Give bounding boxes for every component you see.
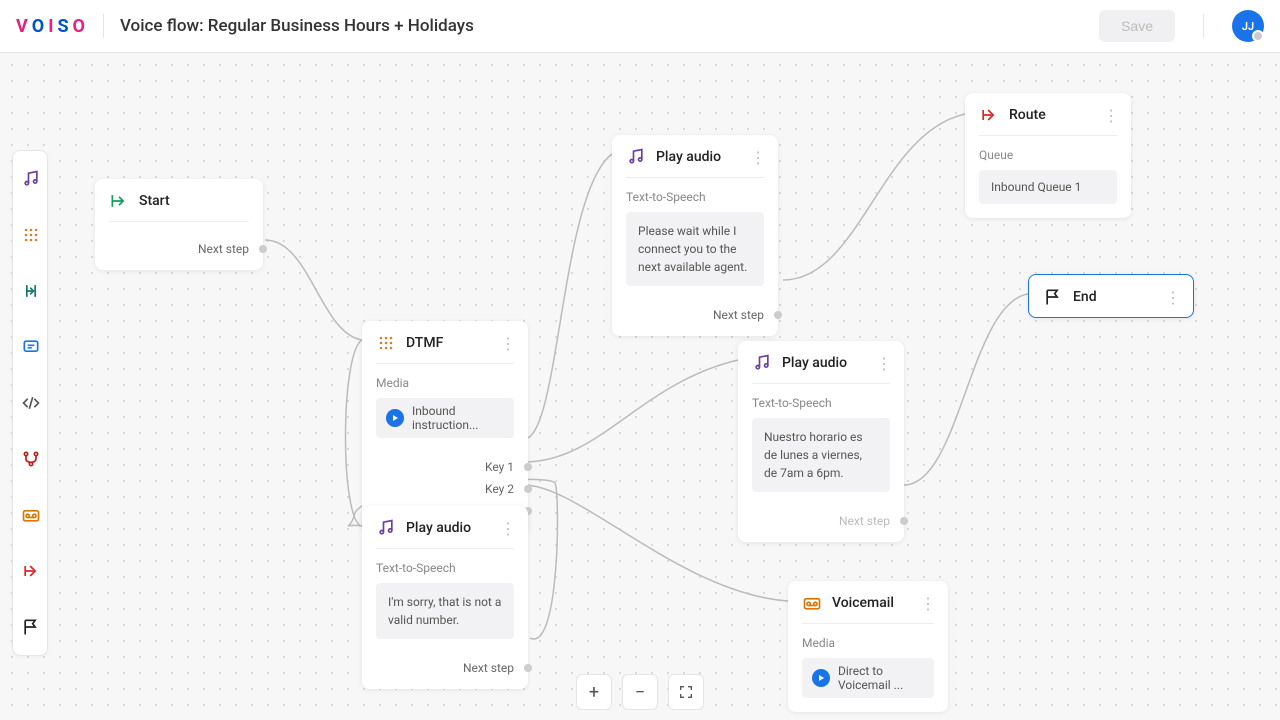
voicemail-icon — [802, 593, 822, 613]
sidebar-voicemail[interactable] — [13, 487, 49, 543]
fullscreen-icon — [678, 684, 694, 700]
fullscreen-button[interactable] — [668, 674, 704, 710]
node-title: Route — [1009, 107, 1103, 123]
header: VOISO Voice flow: Regular Business Hours… — [0, 0, 1280, 53]
node-title: Start — [139, 193, 249, 209]
node-title: End — [1073, 289, 1165, 305]
section-label: Text-to-Speech — [752, 396, 890, 410]
divider — [1203, 14, 1204, 38]
node-voicemail[interactable]: Voicemail ⋮ Media Direct to Voicemail ..… — [788, 581, 948, 712]
canvas[interactable]: Start Next step DTMF ⋮ Media Inbound ins… — [0, 53, 1280, 720]
dtmf-icon — [21, 225, 41, 245]
divider — [103, 14, 104, 38]
zoom-controls: + − — [576, 674, 704, 710]
condition-icon — [21, 281, 41, 301]
media-value: Direct to Voicemail ... — [838, 664, 924, 692]
section-label: Media — [802, 636, 934, 650]
more-icon[interactable]: ⋮ — [750, 148, 764, 167]
port-next-step[interactable]: Next step — [612, 304, 778, 326]
node-start[interactable]: Start Next step — [95, 179, 263, 270]
media-value: Inbound instruction... — [412, 404, 504, 432]
sidebar-code[interactable] — [13, 375, 49, 431]
node-title: Play audio — [656, 149, 750, 165]
node-title: Voicemail — [832, 595, 920, 611]
more-icon[interactable]: ⋮ — [876, 354, 890, 373]
node-title: Play audio — [782, 355, 876, 371]
sidebar-end[interactable] — [13, 599, 49, 655]
port-key-1[interactable]: Key 1 — [362, 456, 528, 478]
tts-text: Nuestro horario es de lunes a viernes, d… — [752, 418, 890, 492]
more-icon[interactable]: ⋮ — [500, 519, 514, 538]
zoom-in-button[interactable]: + — [576, 674, 612, 710]
node-title: Play audio — [406, 520, 500, 536]
media-chip[interactable]: Direct to Voicemail ... — [802, 658, 934, 698]
flag-icon — [1043, 287, 1063, 307]
route-icon — [979, 105, 999, 125]
queue-value: Inbound Queue 1 — [979, 170, 1117, 204]
more-icon[interactable]: ⋮ — [1103, 106, 1117, 125]
tts-text: I'm sorry, that is not a valid number. — [376, 583, 514, 639]
audio-icon — [376, 518, 396, 538]
sidebar-route[interactable] — [13, 543, 49, 599]
save-button[interactable]: Save — [1099, 10, 1175, 42]
section-label: Text-to-Speech — [626, 190, 764, 204]
logo: VOISO — [16, 16, 87, 37]
section-label: Media — [376, 376, 514, 390]
voicemail-icon — [21, 505, 41, 525]
node-play-audio-2[interactable]: Play audio ⋮ Text-to-Speech Nuestro hora… — [738, 341, 904, 542]
zoom-out-button[interactable]: − — [622, 674, 658, 710]
play-icon — [812, 669, 830, 687]
sidebar-branch[interactable] — [13, 431, 49, 487]
more-icon[interactable]: ⋮ — [920, 594, 934, 613]
tool-sidebar — [12, 150, 48, 656]
tts-text: Please wait while I connect you to the n… — [626, 212, 764, 286]
route-icon — [21, 561, 41, 581]
node-dtmf[interactable]: DTMF ⋮ Media Inbound instruction... Key … — [362, 321, 528, 532]
dtmf-icon — [376, 333, 396, 353]
media-chip[interactable]: Inbound instruction... — [376, 398, 514, 438]
sidebar-message[interactable] — [13, 319, 49, 375]
play-icon — [386, 409, 404, 427]
more-icon[interactable]: ⋮ — [1165, 288, 1179, 307]
more-icon[interactable]: ⋮ — [500, 334, 514, 353]
sidebar-audio[interactable] — [13, 151, 49, 207]
message-icon — [21, 337, 41, 357]
node-play-audio-3[interactable]: Play audio ⋮ Text-to-Speech I'm sorry, t… — [362, 506, 528, 689]
page-title: Voice flow: Regular Business Hours + Hol… — [120, 16, 474, 36]
node-route[interactable]: Route ⋮ Queue Inbound Queue 1 — [965, 93, 1131, 218]
code-icon — [21, 393, 41, 413]
avatar[interactable]: JJ — [1232, 10, 1264, 42]
flag-icon — [21, 617, 41, 637]
port-next-step[interactable]: Next step — [95, 238, 263, 260]
port-next-step[interactable]: Next step — [362, 657, 528, 679]
node-play-audio-1[interactable]: Play audio ⋮ Text-to-Speech Please wait … — [612, 135, 778, 336]
start-icon — [109, 191, 129, 211]
port-key-2[interactable]: Key 2 — [362, 478, 528, 500]
sidebar-dtmf[interactable] — [13, 207, 49, 263]
audio-icon — [752, 353, 772, 373]
sidebar-condition[interactable] — [13, 263, 49, 319]
port-next-step[interactable]: Next step — [738, 510, 904, 532]
node-end[interactable]: End ⋮ — [1028, 274, 1194, 318]
section-label: Queue — [979, 148, 1117, 162]
section-label: Text-to-Speech — [376, 561, 514, 575]
node-title: DTMF — [406, 335, 500, 351]
audio-icon — [21, 169, 41, 189]
branch-icon — [21, 449, 41, 469]
audio-icon — [626, 147, 646, 167]
